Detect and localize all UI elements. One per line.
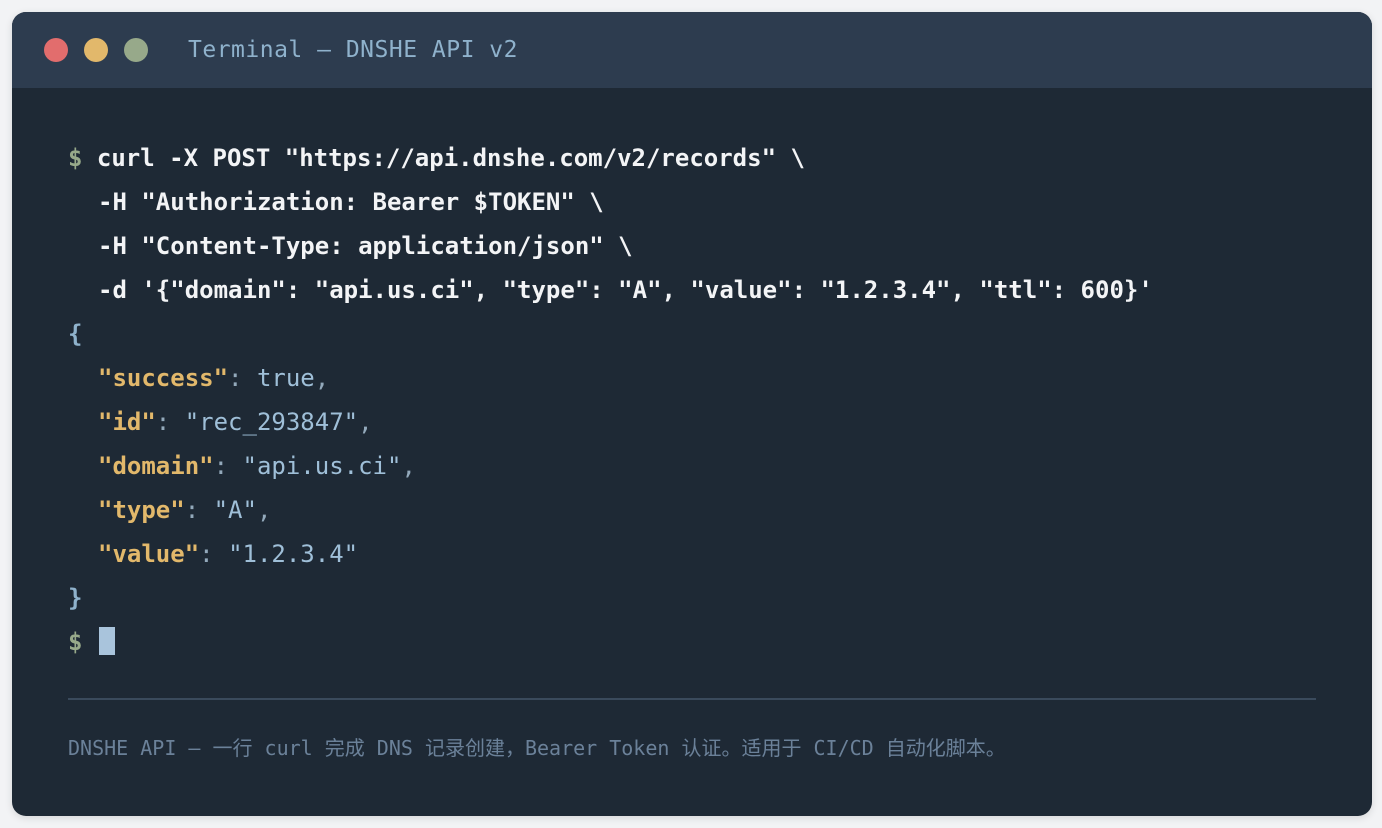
divider [68, 698, 1316, 700]
json-value: "rec_293847" [184, 408, 359, 436]
command-line-3: -H "Content-Type: application/json" \ [68, 224, 1316, 268]
command-text: -d '{"domain": "api.us.ci", "type": "A",… [98, 276, 1153, 304]
json-key: "type" [98, 496, 185, 524]
json-field: "value": "1.2.3.4" [98, 540, 359, 568]
json-field: "success": true, [98, 364, 330, 392]
title-bar: Terminal — DNSHE API v2 [12, 12, 1372, 88]
prompt-symbol: $ [68, 144, 83, 172]
json-value: true [256, 364, 315, 392]
terminal-window: Terminal — DNSHE API v2 $ curl -X POST "… [12, 12, 1372, 816]
input-prompt-line[interactable]: $ [68, 620, 1316, 664]
maximize-button[interactable] [124, 38, 148, 62]
json-value: "A" [213, 496, 257, 524]
minimize-button[interactable] [84, 38, 108, 62]
command-text: -H "Content-Type: application/json" \ [98, 232, 633, 260]
close-button[interactable] [44, 38, 68, 62]
json-field: "domain": "api.us.ci", [98, 452, 416, 480]
json-value: "api.us.ci" [242, 452, 402, 480]
json-field: "type": "A", [98, 496, 272, 524]
command-text: -H "Authorization: Bearer $TOKEN" \ [98, 188, 604, 216]
json-field: "id": "rec_293847", [98, 408, 373, 436]
prompt-symbol: $ [68, 628, 83, 656]
window-title: Terminal — DNSHE API v2 [188, 37, 518, 63]
json-value: "1.2.3.4" [228, 540, 359, 568]
json-open-brace: { [68, 320, 83, 348]
json-close-brace: } [68, 584, 83, 612]
command-line-2: -H "Authorization: Bearer $TOKEN" \ [68, 180, 1316, 224]
json-key: "id" [98, 408, 156, 436]
command-line-1: $ curl -X POST "https://api.dnshe.com/v2… [68, 136, 1316, 180]
text-cursor [98, 627, 115, 655]
json-key: "value" [98, 540, 200, 568]
json-key: "success" [98, 364, 229, 392]
command-text: curl -X POST "https://api.dnshe.com/v2/r… [96, 144, 805, 172]
json-key: "domain" [98, 452, 214, 480]
terminal-output[interactable]: $ curl -X POST "https://api.dnshe.com/v2… [68, 136, 1316, 664]
footer-caption: DNSHE API — 一行 curl 完成 DNS 记录创建，Bearer T… [68, 736, 1006, 760]
command-line-4: -d '{"domain": "api.us.ci", "type": "A",… [68, 268, 1316, 312]
